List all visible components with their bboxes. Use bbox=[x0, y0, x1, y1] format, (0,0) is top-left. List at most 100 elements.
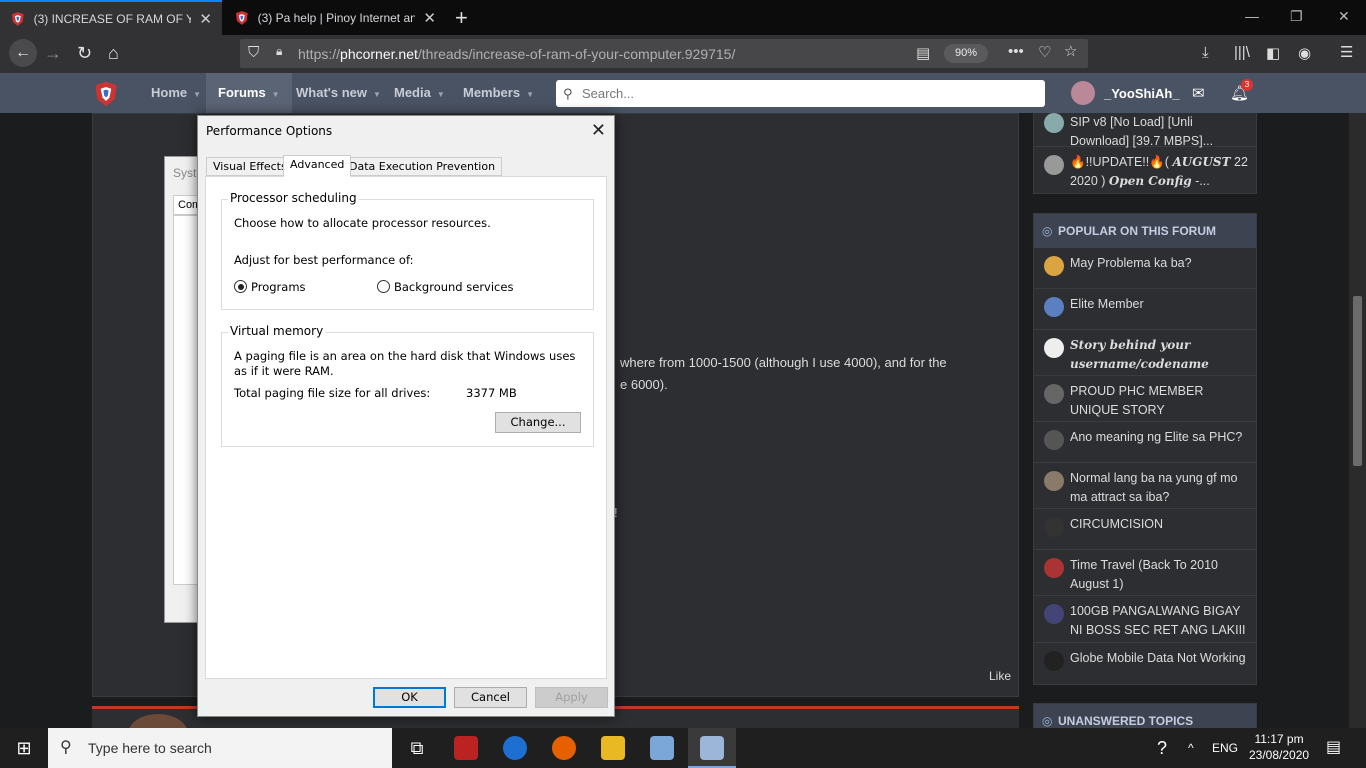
list-item[interactable]: SIP v8 [No Load] [Unli Download] [39.7 M… bbox=[1034, 113, 1256, 148]
browser-tab-active[interactable]: (3) INCREASE OF RAM OF YOUR ✕ bbox=[0, 0, 222, 35]
site-search-input[interactable]: ⚲ Search... bbox=[556, 80, 1045, 107]
clock[interactable]: 11:17 pm 23/08/2020 bbox=[1249, 731, 1309, 763]
chevron-down-icon[interactable]: ▼ bbox=[373, 90, 381, 99]
system-properties-icon[interactable] bbox=[700, 736, 724, 760]
back-icon[interactable]: ← bbox=[9, 39, 37, 67]
topic-title[interactable]: Ano meaning ng Elite sa PHC? bbox=[1070, 430, 1242, 444]
firefox-icon[interactable] bbox=[552, 736, 576, 760]
account-icon[interactable]: ◉ bbox=[1298, 44, 1311, 62]
chevron-down-icon[interactable]: ▼ bbox=[272, 90, 280, 99]
home-icon[interactable]: ⌂ bbox=[108, 43, 119, 64]
url-text[interactable]: https://phcorner.net/threads/increase-of… bbox=[298, 46, 735, 62]
topic-title[interactable]: CIRCUMCISION bbox=[1070, 517, 1163, 531]
close-tab-icon[interactable]: ✕ bbox=[199, 10, 212, 28]
avatar bbox=[1044, 297, 1064, 317]
topic-title[interactable]: 100GB PANGALWANG BIGAY NI BOSS SEC RET A… bbox=[1070, 604, 1246, 637]
change-button[interactable]: Change... bbox=[495, 412, 581, 433]
topic-title[interactable]: Story behind your username/codename bbox=[1070, 338, 1209, 371]
search-icon: ⚲ bbox=[60, 739, 72, 756]
app-icon[interactable] bbox=[454, 736, 478, 760]
chevron-down-icon[interactable]: ▼ bbox=[526, 90, 534, 99]
windows-start-icon[interactable]: ⊞ bbox=[0, 728, 48, 768]
language-indicator[interactable]: ENG bbox=[1212, 728, 1238, 768]
more-actions-icon[interactable]: ••• bbox=[1008, 43, 1024, 60]
list-item[interactable]: Time Travel (Back To 2010 August 1) bbox=[1034, 550, 1256, 596]
close-tab-icon[interactable]: ✕ bbox=[423, 9, 436, 27]
taskbar-search-input[interactable]: ⚲ Type here to search bbox=[48, 728, 392, 768]
radio-background-services[interactable]: Background services bbox=[377, 280, 513, 295]
notification-center-icon[interactable]: ▤ bbox=[1326, 728, 1341, 768]
app-icon[interactable] bbox=[503, 736, 527, 760]
radio-programs[interactable]: Programs bbox=[234, 280, 306, 295]
chevron-down-icon[interactable]: ▼ bbox=[193, 90, 201, 99]
reader-view-icon[interactable]: ▤ bbox=[916, 44, 930, 62]
list-item[interactable]: Story behind your username/codename bbox=[1034, 330, 1256, 376]
avatar bbox=[1044, 471, 1064, 491]
list-item[interactable]: Normal lang ba na yung gf mo ma attract … bbox=[1034, 463, 1256, 509]
close-icon[interactable]: ✕ bbox=[591, 120, 606, 141]
topic-title[interactable]: Globe Mobile Data Not Working bbox=[1070, 651, 1246, 665]
pocket-icon[interactable]: ♡ bbox=[1038, 43, 1051, 61]
radio-unselected-icon[interactable] bbox=[377, 280, 390, 293]
taskbar-active-app[interactable] bbox=[688, 728, 736, 768]
scrollbar-thumb[interactable] bbox=[1353, 296, 1362, 466]
topic-title[interactable]: Time Travel (Back To 2010 August 1) bbox=[1070, 558, 1218, 591]
list-item[interactable]: Ano meaning ng Elite sa PHC? bbox=[1034, 422, 1256, 463]
close-window-icon[interactable]: ✕ bbox=[1338, 8, 1350, 25]
nav-members[interactable]: Members ▼ bbox=[463, 73, 534, 113]
cancel-button[interactable]: Cancel bbox=[454, 687, 527, 708]
topic-title[interactable]: Elite Member bbox=[1070, 297, 1144, 311]
ok-button[interactable]: OK bbox=[373, 687, 446, 708]
nav-forums[interactable]: Forums ▼ bbox=[206, 73, 292, 113]
nav-media[interactable]: Media ▼ bbox=[394, 73, 445, 113]
browser-tab[interactable]: (3) Pa help | Pinoy Internet and ✕ bbox=[224, 0, 446, 35]
nav-home[interactable]: Home ▼ bbox=[151, 73, 201, 113]
nav-whats-new[interactable]: What's new ▼ bbox=[296, 73, 381, 113]
reload-icon[interactable]: ↻ bbox=[77, 43, 92, 64]
task-view-icon[interactable]: ⧉ bbox=[405, 736, 429, 760]
shield-icon[interactable]: ⛉ bbox=[248, 44, 259, 61]
topic-title[interactable]: PROUD PHC MEMBER UNIQUE STORY bbox=[1070, 384, 1203, 417]
list-item[interactable]: PROUD PHC MEMBER UNIQUE STORY bbox=[1034, 376, 1256, 422]
tab-visual-effects[interactable]: Visual Effects bbox=[206, 157, 294, 176]
new-tab-icon[interactable]: + bbox=[455, 5, 468, 31]
avatar[interactable] bbox=[1071, 81, 1095, 105]
sidebar-unanswered-box: ◎ UNANSWERED TOPICS bbox=[1033, 703, 1257, 729]
library-icon[interactable]: |||\ bbox=[1234, 44, 1250, 61]
topic-title[interactable]: 🔥!!UPDATE!!🔥( AUGUST 22 2020 ) Open Conf… bbox=[1070, 155, 1248, 188]
minimize-icon[interactable]: — bbox=[1245, 8, 1259, 24]
site-logo-icon[interactable] bbox=[92, 80, 120, 108]
download-icon[interactable]: ⤓ bbox=[1202, 44, 1209, 61]
file-explorer-icon[interactable] bbox=[601, 736, 625, 760]
forward-icon[interactable]: → bbox=[44, 43, 62, 64]
topic-title[interactable]: Normal lang ba na yung gf mo ma attract … bbox=[1070, 471, 1237, 504]
list-item[interactable]: CIRCUMCISION bbox=[1034, 509, 1256, 550]
control-panel-icon[interactable] bbox=[650, 736, 674, 760]
like-button[interactable]: Like bbox=[989, 669, 1011, 683]
list-item[interactable]: Elite Member bbox=[1034, 289, 1256, 330]
username[interactable]: _YooShiAh_ bbox=[1104, 86, 1180, 101]
url-bar[interactable]: ⛉ 🔒︎ https://phcorner.net/threads/increa… bbox=[240, 39, 1088, 68]
list-item[interactable]: 100GB PANGALWANG BIGAY NI BOSS SEC RET A… bbox=[1034, 596, 1256, 643]
tab-data-execution-prevention[interactable]: Data Execution Prevention bbox=[342, 157, 503, 176]
inbox-icon[interactable]: ✉ bbox=[1192, 84, 1205, 102]
topic-title[interactable]: SIP v8 [No Load] [Unli Download] [39.7 M… bbox=[1070, 115, 1213, 148]
radio-selected-icon[interactable] bbox=[234, 280, 247, 293]
list-item[interactable]: 🔥!!UPDATE!!🔥( AUGUST 22 2020 ) Open Conf… bbox=[1034, 147, 1256, 194]
page-scrollbar[interactable] bbox=[1349, 113, 1366, 728]
restore-icon[interactable]: ❐ bbox=[1290, 8, 1303, 25]
clock-date: 23/08/2020 bbox=[1249, 748, 1310, 762]
help-icon[interactable]: ? bbox=[1157, 728, 1167, 768]
apply-button[interactable]: Apply bbox=[535, 687, 608, 708]
sidebar-toggle-icon[interactable]: ◧ bbox=[1266, 44, 1280, 62]
list-item[interactable]: May Problema ka ba? bbox=[1034, 248, 1256, 289]
zoom-level[interactable]: 90% bbox=[944, 44, 988, 63]
list-item[interactable]: Globe Mobile Data Not Working bbox=[1034, 643, 1256, 683]
bookmark-star-icon[interactable]: ☆ bbox=[1064, 42, 1077, 60]
chevron-down-icon[interactable]: ▼ bbox=[437, 90, 445, 99]
tab-advanced[interactable]: Advanced bbox=[283, 155, 352, 177]
menu-icon[interactable]: ☰ bbox=[1340, 43, 1353, 61]
virtual-memory-group: Virtual memory A paging file is an area … bbox=[221, 324, 594, 447]
show-hidden-icons-icon[interactable]: ^ bbox=[1188, 728, 1194, 768]
topic-title[interactable]: May Problema ka ba? bbox=[1070, 256, 1192, 270]
